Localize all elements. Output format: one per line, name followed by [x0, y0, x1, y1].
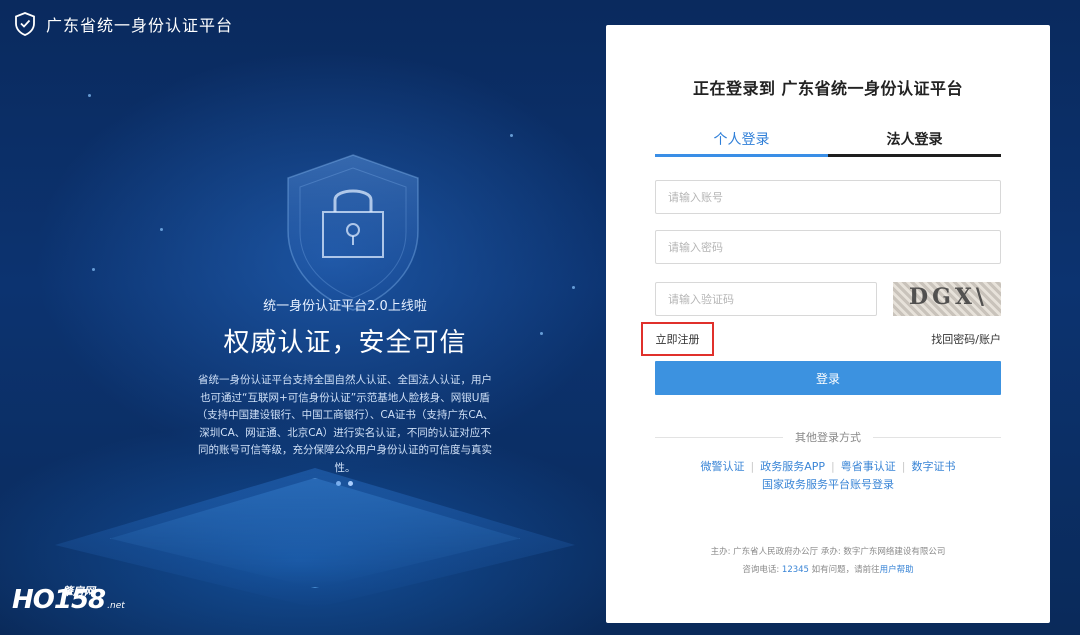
separator: |: [750, 460, 755, 473]
decor-dot: [92, 268, 95, 271]
decor-dot: [88, 94, 91, 97]
other-login-title: 其他登录方式: [795, 431, 861, 444]
site-title: 广东省统一身份认证平台: [46, 16, 234, 35]
login-title: 正在登录到 广东省统一身份认证平台: [692, 79, 964, 98]
tab-personal-login[interactable]: 个人登录: [655, 125, 828, 157]
shield-check-icon: [14, 12, 36, 36]
watermark-suffix: .net: [107, 601, 125, 611]
footer-organizers: 主办: 广东省人民政府办公厅 承办: 数字广东网络建设有限公司: [710, 547, 946, 557]
divider-line: [873, 436, 1001, 438]
decor-dot: [572, 286, 575, 289]
login-card: 正在登录到 广东省统一身份认证平台 个人登录 法人登录 DGX\ 立即注册 找回…: [606, 25, 1050, 623]
separator: |: [901, 460, 906, 473]
forgot-password-link[interactable]: 找回密码/账户: [931, 331, 1001, 347]
separator: |: [831, 460, 835, 473]
login-tabs: 个人登录 法人登录: [655, 125, 1001, 157]
other-login-divider: 其他登录方式: [655, 429, 1001, 445]
footer-help-text: 如有问题，请前往: [808, 565, 880, 575]
hero-description: 省统一身份认证平台支持全国自然人认证、全国法人认证，用户也可通过“互联网+可信身…: [196, 374, 494, 474]
divider-line: [655, 436, 783, 438]
user-help-link[interactable]: 用户帮助: [880, 565, 914, 575]
other-login-links: 微警认证 | 政务服务APP | 粤省事认证 | 数字证书 国家政务服务平台账号登录: [606, 458, 1050, 494]
captcha-text: DGX\: [909, 284, 988, 310]
login-method-wechat-police[interactable]: 微警认证: [701, 460, 745, 473]
login-method-yueshengshi[interactable]: 粤省事认证: [841, 460, 896, 473]
login-method-national-platform[interactable]: 国家政务服务平台账号登录: [762, 478, 894, 491]
register-link[interactable]: 立即注册: [641, 322, 714, 356]
captcha-input[interactable]: [655, 282, 877, 316]
password-input[interactable]: [655, 230, 1001, 264]
watermark-logo: HO158 肇房网 .net: [12, 585, 125, 615]
decor-dot: [160, 228, 163, 231]
site-header: 广东省统一身份认证平台: [14, 12, 233, 36]
captcha-image[interactable]: DGX\: [893, 282, 1001, 316]
hero-title: 权威认证，安全可信: [223, 328, 467, 358]
shield-lock-icon: [278, 150, 428, 315]
hero-subtitle: 统一身份认证平台2.0上线啦: [263, 299, 427, 314]
footer-phone[interactable]: 12345: [782, 565, 809, 575]
footer-phone-label: 咨询电话:: [742, 565, 782, 575]
login-button[interactable]: 登录: [655, 361, 1001, 395]
watermark-cn: 肇房网: [62, 585, 95, 598]
decor-dot: [510, 134, 513, 137]
tab-corporate-login[interactable]: 法人登录: [828, 125, 1001, 157]
login-method-gov-app[interactable]: 政务服务APP: [760, 460, 825, 473]
footer-contact: 咨询电话: 12345 如有问题，请前往用户帮助: [606, 563, 1050, 575]
account-input[interactable]: [655, 180, 1001, 214]
login-method-digital-cert[interactable]: 数字证书: [911, 460, 955, 473]
